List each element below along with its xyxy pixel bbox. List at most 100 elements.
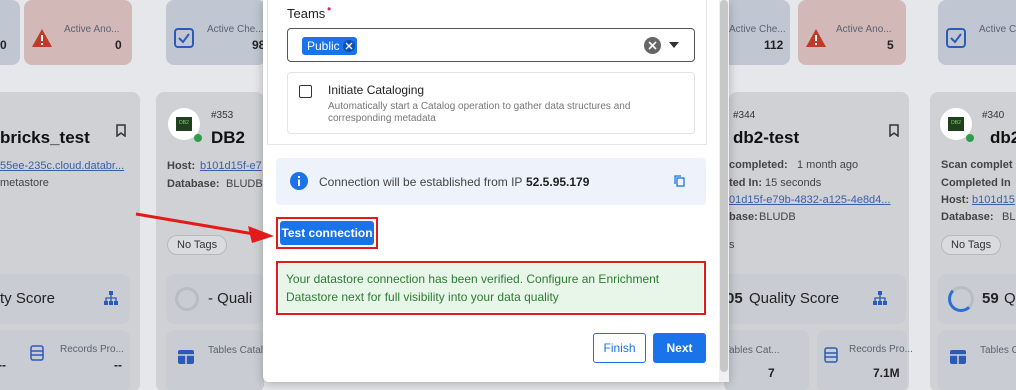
quality-score-label: - Quali	[208, 290, 253, 307]
stat-value: 112	[764, 38, 784, 52]
svg-text:DB2: DB2	[179, 120, 189, 126]
card-host: b101d15f-e7	[200, 160, 262, 172]
success-text-2: Datastore next for full visibility into …	[286, 290, 559, 304]
database-icon	[823, 346, 839, 364]
tables-box: Tables Cat...	[938, 330, 1016, 390]
test-connection-button[interactable]: Test connection	[280, 221, 374, 245]
card-title: db2	[990, 128, 1016, 147]
quality-score-value: 59	[982, 290, 999, 307]
clear-icon[interactable]	[644, 37, 661, 54]
ip-value: 52.5.95.179	[526, 175, 590, 189]
tables-label: Tables Catal...	[208, 345, 272, 356]
records-value: 7.1M	[873, 366, 900, 380]
records-label: Records Pro...	[849, 344, 913, 355]
quality-score-box: - Quali	[166, 274, 264, 324]
chevron-down-icon[interactable]	[668, 39, 680, 51]
teams-select[interactable]: Public	[287, 28, 695, 62]
test-connection-label: Test connection	[281, 226, 373, 240]
warning-icon	[804, 26, 828, 50]
success-message: Your datastore connection has been verif…	[279, 264, 703, 312]
score-ring	[175, 287, 199, 311]
catalog-description: Automatically start a Catalog operation …	[328, 101, 631, 112]
card-host: b101d15	[972, 194, 1015, 206]
info-icon	[290, 172, 308, 190]
database-icon	[28, 344, 46, 362]
datastore-card[interactable]: #344 db2-test completed: 1 month ago ted…	[724, 92, 913, 390]
tag-chip[interactable]: No Tags	[941, 235, 1002, 255]
required-mark: •	[327, 2, 332, 16]
tables-value: 7	[768, 366, 775, 380]
card-number: #344	[733, 110, 756, 121]
stat-card-checks: Active Che... 98	[166, 0, 266, 65]
duration-value: 15 seconds	[765, 177, 822, 189]
hierarchy-icon[interactable]	[102, 289, 120, 307]
card-database: BLUDB	[226, 178, 263, 190]
stat-label: Active Ano...	[64, 24, 120, 35]
host-label: Host:	[167, 160, 196, 172]
card-number: #353	[211, 110, 234, 121]
catalog-description-2: corresponding metadata	[328, 113, 436, 124]
stat-label: Active Che...	[729, 24, 786, 35]
score-ring	[948, 286, 974, 312]
records-value: --	[114, 358, 122, 372]
tag-chip[interactable]: s	[729, 239, 735, 251]
scan-value: 1 month ago	[797, 159, 859, 171]
finish-button[interactable]: Finish	[593, 333, 646, 363]
records-box: 55ee-235c.cloud.databr...	[0, 330, 130, 390]
hierarchy-icon[interactable]	[871, 289, 889, 307]
host-label: Host:	[941, 194, 970, 206]
ip-text: Connection will be established from IP	[319, 175, 523, 189]
quality-score-box: 05 Quality Score	[724, 274, 906, 324]
database-label: Database:	[167, 178, 220, 190]
records-box: Records Pro... 7.1M	[817, 330, 913, 390]
stat-card: 0	[0, 0, 20, 65]
table-icon	[948, 348, 968, 366]
team-chip-label: Public	[307, 39, 340, 53]
ip-info-banner: Connection will be established from IP 5…	[276, 158, 706, 205]
next-label: Next	[666, 341, 693, 355]
tables-box: Tables Catal...	[166, 330, 271, 390]
warning-icon	[30, 26, 54, 50]
copy-icon[interactable]	[672, 174, 686, 188]
chip-remove-icon[interactable]	[342, 40, 355, 52]
finish-label: Finish	[603, 341, 636, 355]
add-datastore-modal: Teams • Public Initiate Cataloging Autom…	[263, 0, 729, 382]
scrollbar-thumb[interactable]	[720, 0, 728, 372]
card-host: 55ee-235c.cloud.databr...	[0, 160, 125, 172]
quality-score-label: Quality Score	[749, 290, 840, 307]
bookmark-icon[interactable]	[114, 122, 128, 138]
bookmark-icon[interactable]	[887, 122, 901, 138]
next-button[interactable]: Next	[653, 333, 706, 363]
stat-card-checks: Active Che...	[938, 0, 1016, 65]
quality-score-label: Q	[1004, 290, 1016, 307]
stat-card-checks: Active Che... 112	[720, 0, 790, 65]
teams-label: Teams	[287, 6, 326, 21]
card-number: #340	[982, 110, 1005, 121]
stat-value: 0	[0, 38, 7, 52]
stat-card-anomalies: Active Ano... 5	[798, 0, 906, 65]
stat-label: Active Ano...	[836, 24, 892, 35]
stat-value: 5	[887, 38, 894, 52]
records-label: Records Pro...	[60, 344, 124, 355]
stat-value: 0	[115, 38, 122, 52]
checklist-icon	[172, 26, 196, 50]
database-label: Database:	[941, 211, 994, 223]
panel-border	[267, 0, 268, 145]
quality-score-box: ty Score	[0, 274, 130, 324]
team-chip[interactable]: Public	[302, 37, 357, 55]
catalog-label: Initiate Cataloging	[328, 83, 425, 97]
catalog-checkbox[interactable]	[299, 85, 312, 98]
datastore-card[interactable]: DB2 #340 db2 Scan complet Completed In H…	[930, 92, 1016, 390]
modal-scrollbar[interactable]	[719, 0, 729, 382]
card-database: BLUDB	[1002, 211, 1016, 223]
stat-label: Active Che...	[979, 24, 1016, 35]
quality-score-box: 59 Q	[938, 274, 1016, 324]
scan-label: Scan complet	[941, 159, 1013, 171]
success-text: Your datastore connection has been verif…	[286, 272, 660, 286]
card-database: BLUDB	[759, 211, 796, 223]
tables-label: Tables Cat...	[980, 345, 1016, 356]
svg-text:DB2: DB2	[951, 120, 961, 126]
tables-box: Tables Cat... 7	[724, 330, 809, 390]
duration-label: ted In:	[729, 177, 762, 189]
tables-label: Tables Cat...	[724, 345, 780, 356]
